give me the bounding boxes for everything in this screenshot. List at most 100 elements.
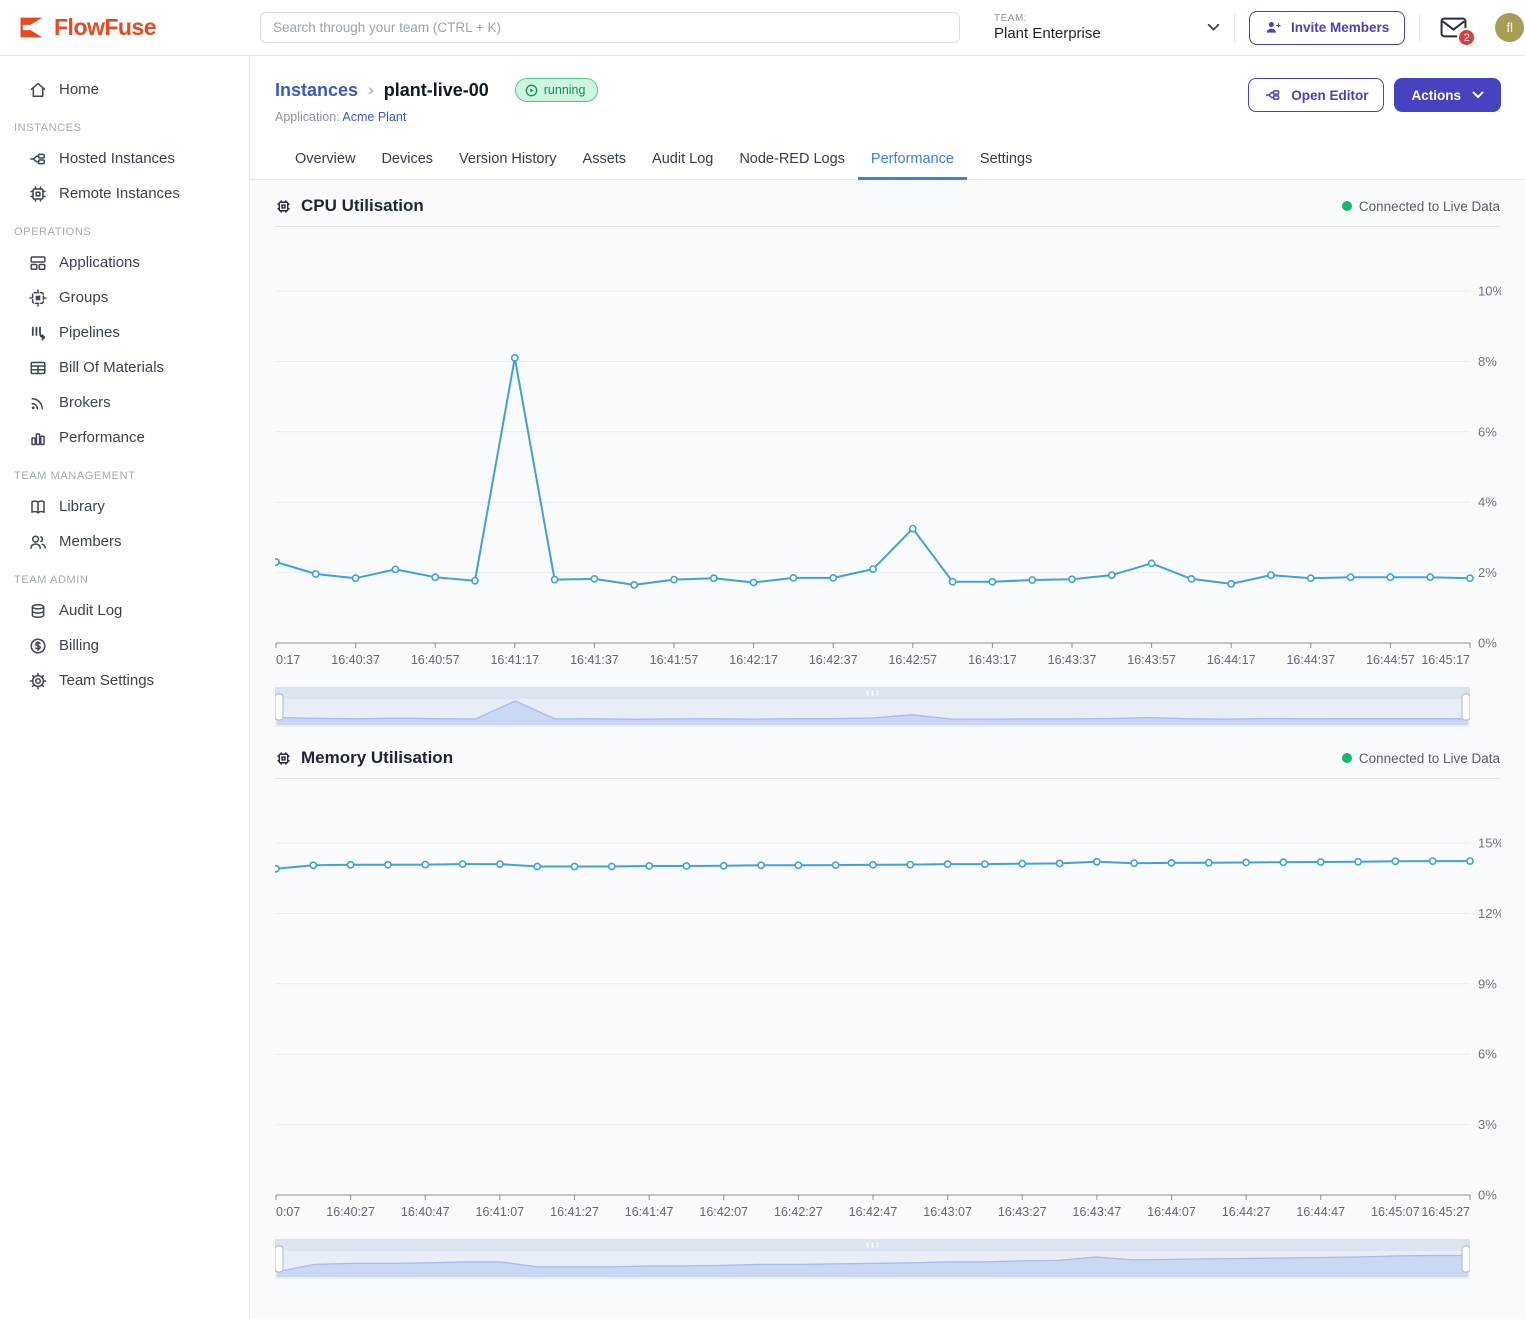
svg-text:8%: 8%	[1478, 354, 1497, 369]
open-editor-button[interactable]: Open Editor	[1248, 78, 1384, 112]
divider	[1419, 14, 1420, 42]
tab-bar: OverviewDevicesVersion HistoryAssetsAudi…	[250, 142, 1525, 180]
chevron-down-icon	[1207, 23, 1220, 32]
svg-text:16:42:07: 16:42:07	[699, 1205, 748, 1219]
sidebar-item-label: Hosted Instances	[59, 150, 175, 167]
team-name: Plant Enterprise	[994, 25, 1101, 42]
team-selector[interactable]: TEAM: Plant Enterprise	[994, 13, 1220, 42]
sidebar-item-label: Billing	[59, 637, 99, 654]
sidebar-item-label: Remote Instances	[59, 185, 180, 202]
sidebar-item-audit-log[interactable]: Audit Log	[0, 593, 249, 628]
svg-text:0%: 0%	[1478, 636, 1497, 651]
tab-performance[interactable]: Performance	[858, 142, 967, 180]
memory-range-slider-svg[interactable]	[275, 1239, 1470, 1279]
logo-text: FlowFuse	[54, 14, 156, 41]
sidebar-section-team-management: TEAM MANAGEMENT	[0, 455, 249, 489]
range-handle-left[interactable]	[275, 694, 283, 720]
svg-text:0%: 0%	[1478, 1188, 1497, 1203]
sidebar-item-remote-instances[interactable]: Remote Instances	[0, 176, 249, 211]
sidebar-item-performance[interactable]: Performance	[0, 420, 249, 455]
memory-chip-icon	[275, 750, 292, 767]
sidebar-item-pipelines[interactable]: Pipelines	[0, 315, 249, 350]
notifications-button[interactable]: 2	[1440, 16, 1467, 39]
team-settings-icon	[28, 671, 48, 691]
sidebar-item-home[interactable]: Home	[0, 72, 249, 107]
svg-text:9%: 9%	[1478, 976, 1497, 991]
sidebar-item-billing[interactable]: Billing	[0, 628, 249, 663]
svg-text:16:43:47: 16:43:47	[1073, 1205, 1122, 1219]
cpu-live-status-label: Connected to Live Data	[1359, 199, 1500, 214]
sidebar-item-label: Performance	[59, 429, 145, 446]
range-handle-right[interactable]	[1462, 1246, 1470, 1272]
sidebar-item-label: Bill Of Materials	[59, 359, 164, 376]
live-dot-icon	[1342, 201, 1352, 211]
svg-text:15%: 15%	[1478, 836, 1501, 851]
svg-text:16:41:57: 16:41:57	[650, 653, 699, 667]
groups-icon	[28, 288, 48, 308]
memory-chart-title: Memory Utilisation	[301, 748, 453, 768]
cpu-utilisation-section: CPU Utilisation Connected to Live Data 0…	[275, 196, 1500, 732]
brokers-icon	[28, 393, 48, 413]
sidebar-item-groups[interactable]: Groups	[0, 280, 249, 315]
svg-text:16:41:47: 16:41:47	[625, 1205, 674, 1219]
memory-live-status-label: Connected to Live Data	[1359, 751, 1500, 766]
sidebar-item-label: Applications	[59, 254, 140, 271]
actions-button[interactable]: Actions	[1394, 78, 1501, 112]
tab-overview[interactable]: Overview	[282, 142, 368, 180]
open-editor-label: Open Editor	[1291, 88, 1368, 103]
invite-members-label: Invite Members	[1291, 20, 1389, 35]
tab-audit-log[interactable]: Audit Log	[639, 142, 726, 180]
svg-text:12%: 12%	[1478, 906, 1501, 921]
svg-text:16:43:57: 16:43:57	[1127, 653, 1176, 667]
svg-text:6%: 6%	[1478, 424, 1497, 439]
sidebar-item-label: Home	[59, 81, 99, 98]
pipelines-icon	[28, 323, 48, 343]
flowfuse-logo-icon	[17, 13, 46, 42]
svg-text:16:41:17: 16:41:17	[490, 653, 539, 667]
invite-members-button[interactable]: Invite Members	[1249, 11, 1405, 45]
tab-assets[interactable]: Assets	[570, 142, 640, 180]
search-input[interactable]	[260, 12, 960, 43]
cpu-range-slider-svg[interactable]	[275, 687, 1470, 727]
memory-utilisation-section: Memory Utilisation Connected to Live Dat…	[275, 748, 1500, 1284]
cpu-utilisation-chart: 0%2%4%6%8%10%0:1716:40:3716:40:5716:41:1…	[275, 227, 1501, 673]
sidebar-item-applications[interactable]: Applications	[0, 245, 249, 280]
page-title: plant-live-00	[384, 80, 489, 101]
svg-text:16:41:37: 16:41:37	[570, 653, 619, 667]
sidebar-item-library[interactable]: Library	[0, 489, 249, 524]
svg-text:16:43:37: 16:43:37	[1048, 653, 1097, 667]
svg-text:4%: 4%	[1478, 495, 1497, 510]
tab-settings[interactable]: Settings	[967, 142, 1045, 180]
tab-devices[interactable]: Devices	[368, 142, 446, 180]
svg-text:16:41:27: 16:41:27	[550, 1205, 599, 1219]
tab-node-red-logs[interactable]: Node-RED Logs	[726, 142, 858, 180]
memory-chart-range-slider[interactable]	[275, 1239, 1500, 1284]
svg-text:3%: 3%	[1478, 1117, 1497, 1132]
memory-utilisation-chart: 0%3%6%9%12%15%0:0716:40:2716:40:4716:41:…	[275, 779, 1501, 1225]
status-badge-label: running	[544, 83, 586, 97]
sidebar-item-team-settings[interactable]: Team Settings	[0, 663, 249, 698]
hosted-instances-icon	[28, 149, 48, 169]
sidebar-item-members[interactable]: Members	[0, 524, 249, 559]
library-icon	[28, 497, 48, 517]
sidebar-item-bill-of-materials[interactable]: Bill Of Materials	[0, 350, 249, 385]
application-link[interactable]: Acme Plant	[342, 110, 406, 124]
node-editor-icon	[1264, 86, 1282, 104]
range-handle-left[interactable]	[275, 1246, 283, 1272]
svg-text:16:43:27: 16:43:27	[998, 1205, 1047, 1219]
cpu-chart-range-slider[interactable]	[275, 687, 1500, 732]
user-plus-icon	[1265, 19, 1282, 36]
sidebar-section-operations: OPERATIONS	[0, 211, 249, 245]
sidebar: HomeINSTANCESHosted InstancesRemote Inst…	[0, 56, 250, 1319]
range-handle-right[interactable]	[1462, 694, 1470, 720]
tab-version-history[interactable]: Version History	[446, 142, 570, 180]
avatar[interactable]: fl	[1495, 13, 1524, 42]
svg-text:6%: 6%	[1478, 1047, 1497, 1062]
sidebar-item-label: Library	[59, 498, 105, 515]
breadcrumb-instances-link[interactable]: Instances	[275, 80, 358, 101]
sidebar-item-brokers[interactable]: Brokers	[0, 385, 249, 420]
notification-count-badge: 2	[1457, 28, 1476, 47]
svg-text:16:42:37: 16:42:37	[809, 653, 858, 667]
sidebar-item-hosted-instances[interactable]: Hosted Instances	[0, 141, 249, 176]
flowfuse-logo[interactable]: FlowFuse	[0, 13, 250, 42]
